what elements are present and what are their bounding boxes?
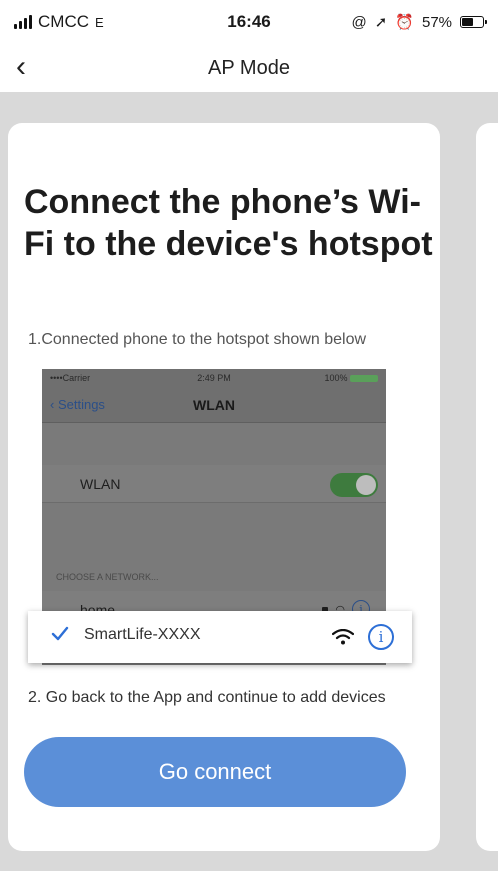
hotspot-name: SmartLife-XXXX	[84, 626, 201, 643]
signal-icon	[14, 15, 32, 29]
status-time: 16:46	[227, 12, 271, 31]
chevron-left-icon[interactable]: ‹	[16, 52, 26, 82]
battery-icon	[460, 16, 488, 28]
illustration-battery: 100%	[269, 373, 378, 383]
choose-network-header: CHOOSE A NETWORK...	[56, 572, 159, 582]
illustration-time: 2:49 PM	[197, 373, 231, 383]
illustration-back-settings: ‹ Settings	[50, 397, 105, 412]
card-heading: Connect the phone’s Wi-Fi to the device'…	[24, 183, 433, 263]
illustration-status-bar: ••••Carrier 2:49 PM 100%	[42, 369, 386, 387]
carrier-name: CMCC	[38, 12, 89, 31]
network-type: E	[95, 14, 104, 30]
illustration-wlan-label: WLAN	[80, 475, 121, 492]
wifi-icon	[332, 629, 354, 645]
instruction-card: Connect the phone’s Wi-Fi to the device'…	[8, 123, 440, 851]
step-1-text: 1.Connected phone to the hotspot shown b…	[28, 331, 367, 348]
nav-bar: ‹ AP Mode	[0, 44, 498, 92]
status-bar: CMCC E 16:46 @ ➚ ⏰ 57%	[0, 0, 498, 44]
illustration-battery-text: 100%	[324, 373, 348, 383]
battery-fill	[462, 18, 474, 26]
wlan-toggle	[330, 473, 378, 497]
illustration-nav: ‹ Settings WLAN	[42, 387, 386, 423]
status-right: @ ➚ ⏰ 57%	[327, 13, 488, 31]
battery-percent: 57%	[421, 13, 453, 31]
page-title: AP Mode	[208, 56, 290, 79]
info-icon: i	[368, 624, 394, 650]
at-icon: @	[351, 13, 367, 31]
illustration-title: WLAN	[193, 396, 235, 413]
go-connect-button[interactable]: Go connect	[24, 737, 406, 807]
illustration-carrier: ••••Carrier	[50, 373, 91, 383]
checkmark-icon	[51, 626, 69, 641]
next-card-peek	[476, 123, 498, 851]
location-icon: ➚	[374, 14, 388, 31]
illustration-wlan-row: WLAN	[42, 465, 386, 503]
illustration-battery-icon	[349, 375, 378, 383]
alarm-icon: ⏰	[395, 14, 414, 31]
illustration-back-label: Settings	[57, 397, 105, 412]
hotspot-row: SmartLife-XXXX i	[28, 611, 412, 663]
status-left: CMCC E	[14, 12, 171, 32]
step-2-text: 2. Go back to the App and continue to ad…	[28, 689, 386, 706]
